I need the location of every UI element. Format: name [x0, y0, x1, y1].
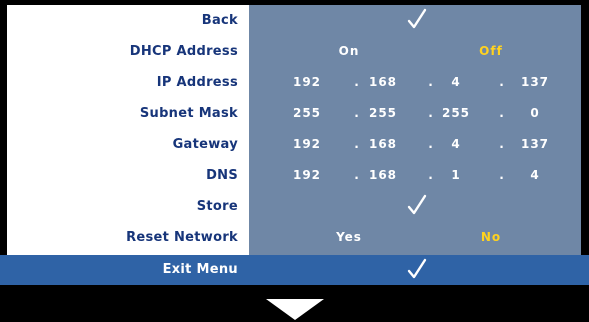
menu-row-store[interactable]: Store — [7, 191, 581, 222]
store-checkmark-icon[interactable] — [407, 194, 427, 216]
menu-row-back[interactable]: Back — [7, 5, 581, 36]
subnet-octet-3[interactable]: 255 — [434, 98, 478, 129]
dns-octet-4[interactable]: 4 — [513, 160, 557, 191]
subnet-octet-2[interactable]: 255 — [361, 98, 405, 129]
gateway-octet-4[interactable]: 137 — [513, 129, 557, 160]
menu-row-dhcp-address[interactable]: DHCP Address On Off — [7, 36, 581, 67]
reset-no-option[interactable]: No — [469, 222, 513, 253]
menu-row-dns[interactable]: DNS 192 . 168 . 1 . 4 — [7, 160, 581, 191]
exit-menu-label: Exit Menu — [162, 262, 238, 277]
dhcp-off-option[interactable]: Off — [471, 36, 511, 67]
subnet-separator-3: . — [499, 106, 505, 120]
exit-menu-row[interactable]: Exit Menu — [0, 255, 589, 285]
menu-row-ip-address[interactable]: IP Address 192 . 168 . 4 . 137 — [7, 67, 581, 98]
gateway-separator-3: . — [499, 137, 505, 151]
subnet-octet-4[interactable]: 0 — [513, 98, 557, 129]
ip-address-label: IP Address — [156, 75, 238, 90]
back-label: Back — [201, 13, 238, 28]
ip-octet-2[interactable]: 168 — [361, 67, 405, 98]
ip-separator-3: . — [499, 75, 505, 89]
menu-row-reset-network[interactable]: Reset Network Yes No — [7, 222, 581, 253]
subnet-mask-label: Subnet Mask — [139, 106, 238, 121]
gateway-octet-2[interactable]: 168 — [361, 129, 405, 160]
menu-row-gateway[interactable]: Gateway 192 . 168 . 4 . 137 — [7, 129, 581, 160]
dns-octet-3[interactable]: 1 — [434, 160, 478, 191]
ip-octet-1[interactable]: 192 — [285, 67, 329, 98]
down-arrow-icon[interactable] — [266, 299, 324, 320]
gateway-octet-1[interactable]: 192 — [285, 129, 329, 160]
reset-network-label: Reset Network — [126, 230, 238, 245]
dns-separator-3: . — [499, 168, 505, 182]
gateway-octet-3[interactable]: 4 — [434, 129, 478, 160]
ip-octet-3[interactable]: 4 — [434, 67, 478, 98]
menu-row-subnet-mask[interactable]: Subnet Mask 255 . 255 . 255 . 0 — [7, 98, 581, 129]
back-checkmark-icon[interactable] — [407, 8, 427, 30]
network-settings-panel: Back DHCP Address On Off IP Address 192 … — [7, 5, 581, 255]
dhcp-on-option[interactable]: On — [329, 36, 369, 67]
exit-checkmark-icon[interactable] — [407, 258, 427, 280]
ip-octet-4[interactable]: 137 — [513, 67, 557, 98]
store-label: Store — [196, 199, 238, 214]
reset-yes-option[interactable]: Yes — [327, 222, 371, 253]
osd-menu-screen: Back DHCP Address On Off IP Address 192 … — [0, 0, 589, 322]
dhcp-address-label: DHCP Address — [129, 44, 238, 59]
dns-octet-1[interactable]: 192 — [285, 160, 329, 191]
subnet-octet-1[interactable]: 255 — [285, 98, 329, 129]
gateway-label: Gateway — [172, 137, 238, 152]
dns-octet-2[interactable]: 168 — [361, 160, 405, 191]
dns-label: DNS — [206, 168, 238, 183]
